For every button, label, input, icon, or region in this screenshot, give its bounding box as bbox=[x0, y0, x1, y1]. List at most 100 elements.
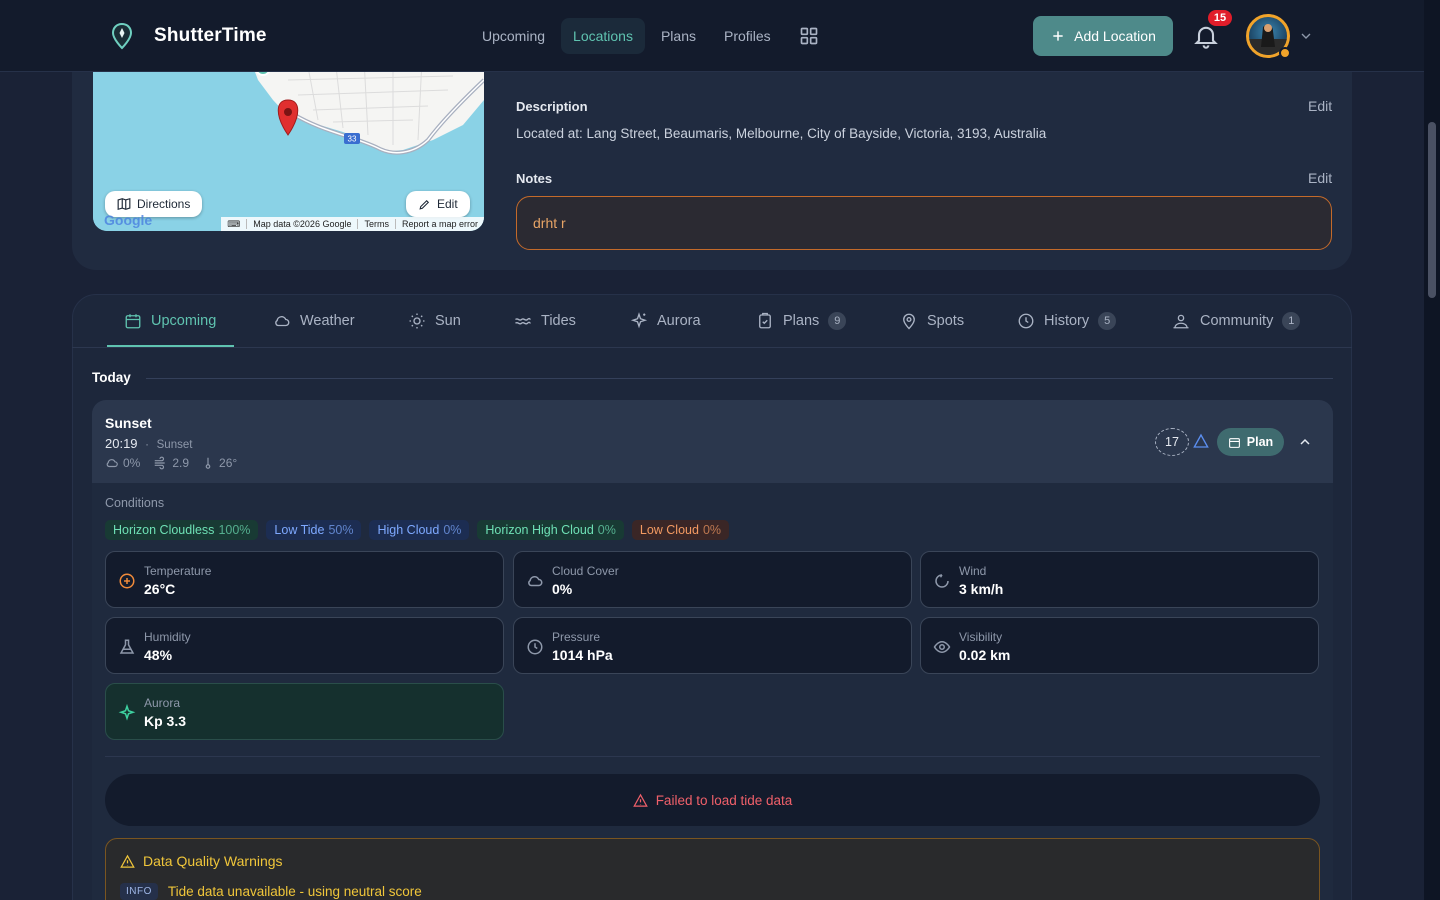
bell-icon[interactable] bbox=[1192, 22, 1220, 50]
scrollbar-thumb[interactable] bbox=[1428, 122, 1436, 298]
chip-label: Horizon Cloudless bbox=[113, 523, 215, 537]
description-edit-link[interactable]: Edit bbox=[1308, 98, 1332, 114]
nav-profiles[interactable]: Profiles bbox=[712, 18, 783, 54]
metric-value: 48% bbox=[144, 647, 173, 663]
tab-spots[interactable]: Spots bbox=[900, 294, 964, 348]
condition-chips: Horizon Cloudless 100% Low Tide 50% High C… bbox=[105, 520, 730, 540]
sunset-event-card: Sunset 20:19 · Sunset 0% 2.9 26° 17 Plan bbox=[92, 400, 1333, 900]
chip-label: High Cloud bbox=[377, 523, 440, 537]
warnings-title: Data Quality Warnings bbox=[120, 853, 283, 869]
wind-icon bbox=[935, 574, 949, 588]
clock-icon bbox=[1018, 313, 1034, 329]
notes-field[interactable]: drht r bbox=[516, 196, 1332, 250]
main-nav: Upcoming Locations Plans Profiles bbox=[470, 18, 827, 54]
metric-value: 1014 hPa bbox=[552, 647, 613, 663]
condition-chip: Low Cloud 0% bbox=[631, 520, 730, 540]
metric-value: 26°C bbox=[144, 581, 176, 597]
wind-stat-value: 2.9 bbox=[172, 456, 190, 470]
warnings-title-text: Data Quality Warnings bbox=[143, 853, 283, 869]
today-heading: Today bbox=[92, 370, 131, 385]
tab-history[interactable]: History 5 bbox=[1017, 294, 1117, 348]
tab-label: Plans bbox=[783, 313, 820, 329]
tab-plans[interactable]: Plans 9 bbox=[756, 294, 847, 348]
conditions-label: Conditions bbox=[105, 496, 165, 510]
chip-label: Horizon High Cloud bbox=[485, 523, 594, 537]
tab-count-badge: 5 bbox=[1098, 312, 1117, 330]
keyboard-icon[interactable]: ⌨ bbox=[221, 219, 246, 230]
notes-edit-link[interactable]: Edit bbox=[1308, 170, 1332, 186]
metric-cloud-cover: Cloud Cover 0% bbox=[513, 551, 912, 608]
tab-label: Spots bbox=[927, 313, 965, 329]
tab-label: Community bbox=[1200, 313, 1274, 329]
calendar-icon bbox=[125, 314, 141, 329]
sparkles-icon bbox=[118, 704, 136, 721]
cloud-stat: 0% bbox=[105, 456, 140, 470]
tab-upcoming[interactable]: Upcoming bbox=[124, 294, 216, 348]
tab-count-badge: 9 bbox=[828, 312, 847, 330]
tab-label: Aurora bbox=[657, 313, 701, 329]
event-stats: 0% 2.9 26° bbox=[105, 456, 237, 470]
chip-percent: 0% bbox=[702, 523, 722, 537]
plan-button-label: Plan bbox=[1246, 435, 1274, 449]
section-divider bbox=[105, 756, 1320, 757]
tab-sun[interactable]: Sun bbox=[408, 294, 461, 348]
event-header[interactable]: Sunset 20:19 · Sunset 0% 2.9 26° 17 Plan bbox=[92, 400, 1333, 483]
tab-weather[interactable]: Weather bbox=[273, 294, 355, 348]
notes-label: Notes bbox=[516, 171, 553, 186]
plus-icon bbox=[1053, 31, 1063, 41]
nav-locations[interactable]: Locations bbox=[561, 18, 645, 54]
flask-icon bbox=[119, 639, 135, 654]
event-type: Sunset bbox=[156, 439, 193, 451]
brand[interactable]: ShutterTime bbox=[108, 20, 267, 52]
map-edit-button[interactable]: Edit bbox=[406, 191, 470, 217]
metric-pressure: Pressure 1014 hPa bbox=[513, 617, 912, 674]
tab-tides[interactable]: Tides bbox=[514, 294, 576, 348]
warning-triangle-icon[interactable] bbox=[1193, 433, 1209, 449]
apps-grid-icon[interactable] bbox=[791, 18, 827, 54]
metric-label: Cloud Cover bbox=[552, 564, 619, 578]
metric-aurora: Aurora Kp 3.3 bbox=[105, 683, 504, 740]
notification-count-badge: 15 bbox=[1208, 10, 1232, 26]
community-icon bbox=[1173, 314, 1189, 329]
nav-upcoming[interactable]: Upcoming bbox=[470, 18, 557, 54]
tab-label: Sun bbox=[435, 313, 461, 329]
metric-label: Temperature bbox=[144, 564, 212, 578]
tab-label: Tides bbox=[541, 313, 576, 329]
thermometer-icon bbox=[205, 457, 211, 469]
event-time: 20:19 · Sunset bbox=[105, 436, 192, 451]
chip-label: Low Cloud bbox=[639, 523, 699, 537]
metric-value: 3 km/h bbox=[959, 581, 1004, 597]
metric-label: Wind bbox=[959, 564, 987, 578]
thermometer-circle-icon bbox=[119, 573, 135, 589]
cloud-stat-value: 0% bbox=[123, 456, 141, 470]
alert-triangle-icon bbox=[632, 793, 648, 807]
warning-item: INFO Tide data unavailable - using neutr… bbox=[120, 883, 422, 900]
chip-percent: 0% bbox=[597, 523, 616, 537]
location-logo-icon bbox=[108, 20, 136, 52]
plan-button[interactable]: Plan bbox=[1217, 428, 1284, 456]
warning-level-tag: INFO bbox=[120, 883, 158, 900]
eye-icon bbox=[933, 640, 951, 654]
metric-visibility: Visibility 0.02 km bbox=[920, 617, 1319, 674]
metric-value: 0% bbox=[552, 581, 573, 597]
alert-triangle-icon bbox=[120, 854, 135, 868]
chevron-up-icon[interactable] bbox=[1297, 434, 1313, 450]
tab-count-badge: 1 bbox=[1282, 312, 1301, 330]
add-location-button[interactable]: Add Location bbox=[1033, 16, 1173, 56]
tab-aurora[interactable]: Aurora bbox=[630, 294, 701, 348]
sun-icon bbox=[409, 313, 425, 329]
add-location-label: Add Location bbox=[1074, 28, 1156, 44]
scrollbar[interactable] bbox=[1424, 0, 1440, 900]
chevron-down-icon[interactable] bbox=[1298, 28, 1314, 44]
map-report-link[interactable]: Report a map error bbox=[394, 219, 484, 229]
description-label: Description bbox=[516, 99, 588, 114]
map-terms-link[interactable]: Terms bbox=[357, 219, 395, 229]
tab-community[interactable]: Community 1 bbox=[1171, 294, 1301, 348]
active-tab-indicator bbox=[107, 345, 234, 347]
condition-chip: Horizon High Cloud 0% bbox=[477, 520, 624, 540]
tab-label: Weather bbox=[300, 313, 355, 329]
event-time-value: 20:19 bbox=[105, 436, 138, 451]
nav-plans[interactable]: Plans bbox=[649, 18, 708, 54]
metric-label: Visibility bbox=[959, 630, 1003, 644]
cloud-icon bbox=[275, 316, 290, 327]
